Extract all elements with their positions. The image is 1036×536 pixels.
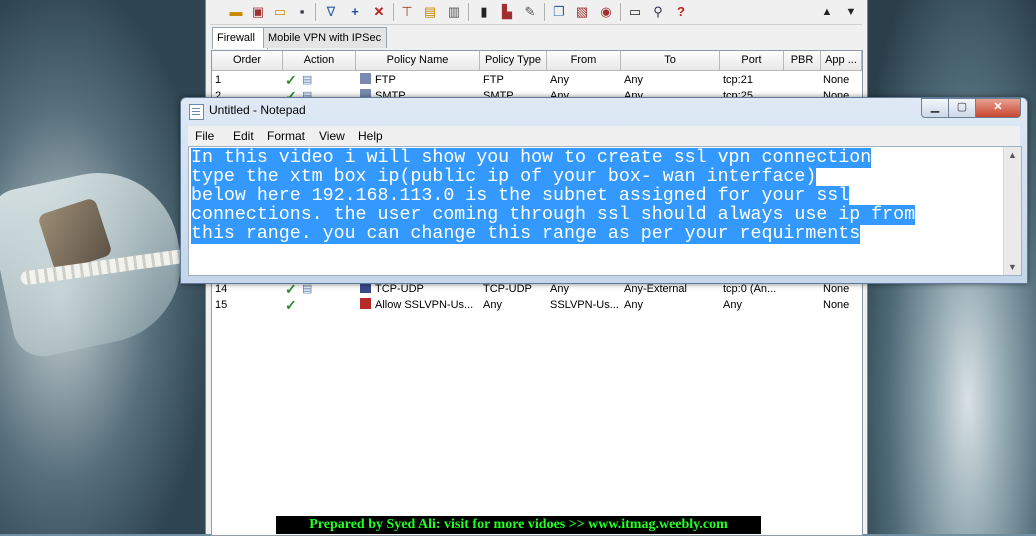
text-line: this range. you can change this range as… <box>191 224 861 244</box>
row-to: Any <box>624 74 643 86</box>
credit-banner: Prepared by Syed Ali: visit for more vid… <box>276 516 761 534</box>
toolbar-separator <box>468 3 469 21</box>
table-row[interactable]: 1 ✓ ▤ FTP FTP Any Any tcp:21 None <box>212 72 862 88</box>
column-from[interactable]: From <box>547 51 621 71</box>
clone-policy-icon[interactable]: ▤ <box>421 3 439 21</box>
edit-icon[interactable]: ▧ <box>573 3 591 21</box>
allow-check-icon: ✓ <box>285 72 297 88</box>
view-mode-icon[interactable]: ▭ <box>626 3 644 21</box>
table-header: Order Action Policy Name Policy Type Fro… <box>212 51 862 71</box>
column-app[interactable]: App ... <box>821 51 862 71</box>
row-order: 15 <box>215 299 228 311</box>
policy-list-icon: ▤ <box>302 74 313 86</box>
text-line: below here 192.168.113.0 is the subnet a… <box>191 186 850 206</box>
toolbar-separator <box>315 3 316 21</box>
help-icon[interactable]: ? <box>672 3 690 21</box>
row-from: Any <box>550 74 569 86</box>
column-port[interactable]: Port <box>720 51 784 71</box>
row-policy-name: TCP-UDP <box>375 283 424 295</box>
tools-icon[interactable]: ✎ <box>521 3 539 21</box>
menu-edit[interactable]: Edit <box>231 126 256 146</box>
row-from: SSLVPN-Us... <box>550 299 619 311</box>
move-up-icon[interactable]: ▲ <box>818 3 836 21</box>
open-file-icon[interactable]: ▭ <box>271 3 289 21</box>
search-icon[interactable]: ⚲ <box>649 3 667 21</box>
text-line: type the xtm box ip(public ip of your bo… <box>191 167 817 187</box>
minimize-button[interactable]: ▁ <box>921 98 949 118</box>
copy-icon[interactable]: ❐ <box>550 3 568 21</box>
selected-text[interactable]: In this video i will show you how to cre… <box>191 148 1001 244</box>
text-line: In this video i will show you how to cre… <box>191 148 872 168</box>
row-to: Any <box>624 299 643 311</box>
network-config-icon[interactable]: ▙ <box>498 3 516 21</box>
vertical-scrollbar[interactable]: ▲ ▼ <box>1003 147 1021 275</box>
row-policy-type: Any <box>483 299 502 311</box>
toolbar: ▬ ▣ ▭ ▪ ∇ + ✕ ⊤ ▤ ▥ ▮ ▙ ✎ ❐ ▧ ◉ ▭ ⚲ ? ▲ … <box>210 0 862 25</box>
column-policy-type[interactable]: Policy Type <box>480 51 547 71</box>
delete-policy-icon[interactable]: ✕ <box>370 3 388 21</box>
table-row[interactable]: 15 ✓ Allow SSLVPN-Us... Any SSLVPN-Us...… <box>212 297 862 313</box>
row-port: Any <box>723 299 742 311</box>
window-title: Untitled - Notepad <box>209 103 306 117</box>
toolbar-separator <box>620 3 621 21</box>
maximize-button[interactable]: ▢ <box>948 98 976 118</box>
column-policy-name[interactable]: Policy Name <box>356 51 480 71</box>
add-policy-icon[interactable]: + <box>346 3 364 21</box>
policy-tree-icon[interactable]: ⊤ <box>398 3 416 21</box>
toolbar-separator <box>544 3 545 21</box>
column-order[interactable]: Order <box>212 51 283 71</box>
row-app: None <box>823 299 850 311</box>
policy-properties-icon[interactable]: ▥ <box>445 3 463 21</box>
open-folder-icon[interactable]: ▬ <box>227 3 245 21</box>
policy-type-icon <box>360 73 371 84</box>
notepad-icon <box>189 104 204 120</box>
move-down-icon[interactable]: ▼ <box>842 3 860 21</box>
menu-help[interactable]: Help <box>356 126 385 146</box>
sslvpn-policy-icon <box>360 298 371 309</box>
row-policy-name: Allow SSLVPN-Us... <box>375 299 474 311</box>
tab-firewall[interactable]: Firewall <box>212 27 268 49</box>
scroll-up-icon[interactable]: ▲ <box>1004 147 1021 163</box>
column-action[interactable]: Action <box>283 51 356 71</box>
close-button[interactable]: ✕ <box>975 98 1021 118</box>
row-port: tcp:21 <box>723 74 753 86</box>
row-app: None <box>823 74 850 86</box>
toolbar-separator <box>393 3 394 21</box>
device-icon[interactable]: ▮ <box>475 3 493 21</box>
menu-format[interactable]: Format <box>265 126 307 146</box>
menu-file[interactable]: File <box>193 126 216 146</box>
tab-mobile-vpn-ipsec[interactable]: Mobile VPN with IPSec <box>263 27 387 48</box>
vpn-icon[interactable]: ◉ <box>597 3 615 21</box>
text-editor[interactable]: In this video i will show you how to cre… <box>188 146 1022 276</box>
column-pbr[interactable]: PBR <box>784 51 821 71</box>
filter-icon[interactable]: ∇ <box>322 3 340 21</box>
notepad-window: Untitled - Notepad ▁ ▢ ✕ File Edit Forma… <box>180 97 1028 284</box>
text-line: connections. the user coming through ssl… <box>191 205 916 225</box>
menu-view[interactable]: View <box>317 126 347 146</box>
row-order: 1 <box>215 74 222 86</box>
row-policy-type: FTP <box>483 74 504 86</box>
row-policy-name: FTP <box>375 74 396 86</box>
menu-bar: File Edit Format View Help <box>188 126 1020 146</box>
scroll-down-icon[interactable]: ▼ <box>1004 259 1021 275</box>
save-icon[interactable]: ▪ <box>293 3 311 21</box>
save-to-device-icon[interactable]: ▣ <box>249 3 267 21</box>
column-to[interactable]: To <box>621 51 720 71</box>
allow-check-icon: ✓ <box>285 297 297 313</box>
